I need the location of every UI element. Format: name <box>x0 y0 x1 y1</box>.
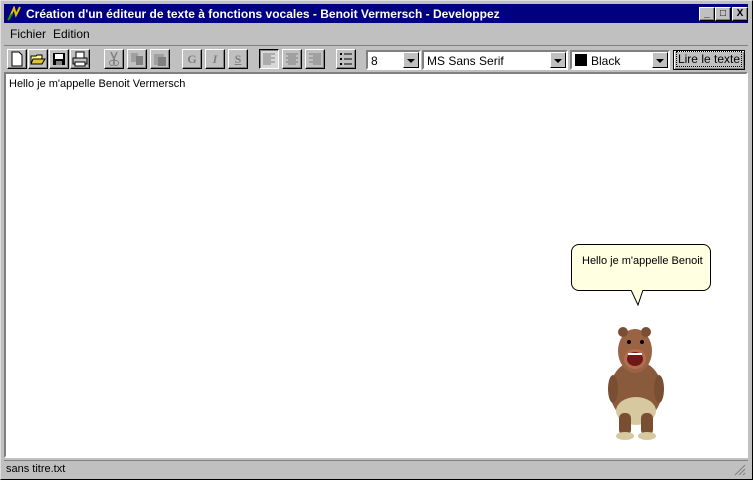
app-window: Création d'un éditeur de texte à fonctio… <box>0 0 753 480</box>
copy-icon <box>131 53 143 65</box>
bold-button[interactable]: G <box>182 49 202 69</box>
underline-button[interactable]: S <box>228 49 248 69</box>
menu-edition[interactable]: Edition <box>53 27 90 41</box>
speech-bubble-tail <box>631 290 644 306</box>
bear-agent-icon[interactable] <box>601 321 671 443</box>
underline-glyph: S <box>234 52 242 66</box>
status-filename: sans titre.txt <box>6 463 66 475</box>
font-name-select[interactable]: MS Sans Serif <box>422 50 568 70</box>
print-button[interactable] <box>70 49 90 69</box>
cut-scissors-icon <box>109 51 119 66</box>
font-size-value: 8 <box>371 54 378 68</box>
color-name-value: Black <box>591 54 621 68</box>
print-icon <box>72 51 88 67</box>
align-right-icon <box>309 53 321 65</box>
toolbar: G I S 8 MS Sans Serif Black Lire le text… <box>4 45 748 73</box>
title-bar[interactable]: Création d'un éditeur de texte à fonctio… <box>4 4 748 23</box>
maximize-button[interactable]: □ <box>715 7 731 21</box>
bullet-list-button[interactable] <box>336 49 356 69</box>
minimize-icon: _ <box>704 8 710 19</box>
menu-fichier[interactable]: Fichier <box>10 27 46 41</box>
chevron-down-icon[interactable] <box>403 52 419 68</box>
bullet-list-icon <box>340 53 352 65</box>
italic-button[interactable]: I <box>205 49 225 69</box>
speech-bubble: Hello je m'appelle Benoit <box>571 244 711 291</box>
new-file-icon <box>11 51 23 67</box>
window-title: Création d'un éditeur de texte à fonctio… <box>26 7 500 21</box>
status-bar: sans titre.txt <box>4 460 748 477</box>
read-text-button[interactable]: Lire le texte <box>673 50 745 70</box>
open-file-button[interactable] <box>28 49 48 69</box>
paste-button[interactable] <box>150 49 170 69</box>
align-left-button[interactable] <box>259 49 279 69</box>
read-text-label: Lire le texte <box>675 51 743 67</box>
menu-bar: Fichier Edition <box>4 24 748 43</box>
chevron-down-icon[interactable] <box>550 52 566 68</box>
chevron-down-icon[interactable] <box>652 52 668 68</box>
align-center-icon <box>286 53 298 65</box>
save-button[interactable] <box>49 49 69 69</box>
align-right-button[interactable] <box>305 49 325 69</box>
menu-edition-label: Edition <box>53 27 90 41</box>
italic-glyph: I <box>212 52 218 66</box>
align-center-button[interactable] <box>282 49 302 69</box>
maximize-icon: □ <box>719 8 727 19</box>
app-icon <box>7 5 22 21</box>
minimize-button[interactable]: _ <box>699 7 715 21</box>
font-name-value: MS Sans Serif <box>427 54 504 68</box>
color-select[interactable]: Black <box>570 50 670 70</box>
paste-icon <box>154 54 166 66</box>
save-disk-icon <box>53 53 65 65</box>
close-button[interactable]: X <box>732 7 748 21</box>
color-swatch <box>575 54 587 66</box>
bold-glyph: G <box>187 52 197 66</box>
menu-fichier-label: Fichier <box>10 27 47 41</box>
editor-content[interactable]: Hello je m'appelle Benoit Vermersch <box>9 78 185 90</box>
font-size-select[interactable]: 8 <box>366 50 421 70</box>
resize-grip-icon[interactable] <box>734 464 746 476</box>
close-icon: X <box>736 8 744 19</box>
cut-button[interactable] <box>104 49 124 69</box>
align-left-icon <box>263 53 275 65</box>
speech-text: Hello je m'appelle Benoit <box>582 255 703 267</box>
new-file-button[interactable] <box>7 49 27 69</box>
copy-button[interactable] <box>127 49 147 69</box>
open-folder-icon <box>30 54 46 65</box>
